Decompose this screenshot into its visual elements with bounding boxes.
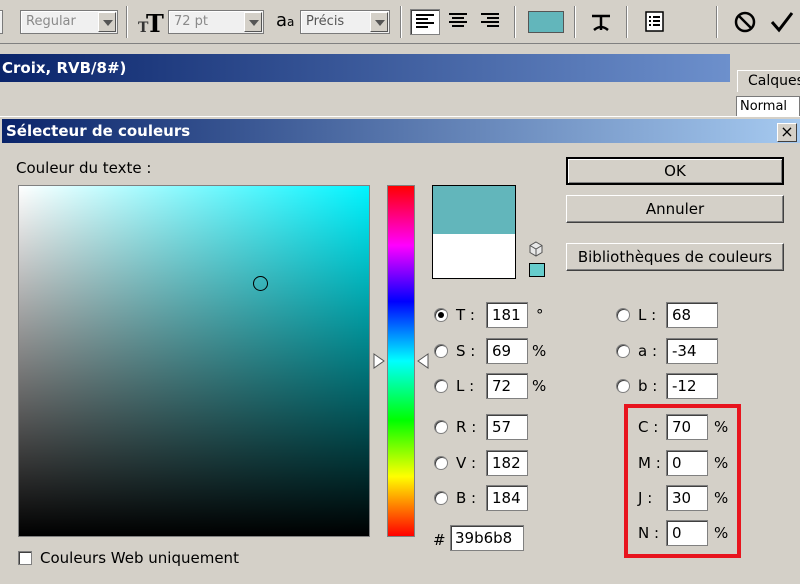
lab-a-field[interactable]: -34 [666,338,718,364]
toolbar-divider [716,6,718,38]
brightness-label: L : [456,377,475,395]
antialias-value: Précis [306,14,345,29]
hue-slider-right-handle[interactable] [417,353,429,369]
lab-l-radio[interactable] [616,308,630,322]
hex-label: # [433,531,446,549]
blue-field[interactable]: 184 [486,485,528,511]
cancel-icon[interactable] [732,8,758,36]
document-title: Croix, RVB/8#) [2,59,127,77]
blue-row: B : 184 [434,485,564,513]
toolbar-divider [126,6,128,38]
hue-field[interactable]: 181 [486,302,528,328]
blue-label: B : [456,489,477,507]
align-right-icon [481,13,499,27]
svg-text:T: T [146,9,164,36]
brightness-row: L : 72 % [434,373,564,401]
red-radio[interactable] [434,420,448,434]
hue-slider[interactable] [387,185,415,537]
red-label: R : [456,418,477,436]
align-left-button[interactable] [410,9,440,35]
color-field[interactable] [18,185,370,537]
current-color-swatch[interactable] [433,234,515,278]
toolbar-divider [400,6,402,38]
document-title-bar[interactable]: Croix, RVB/8#) [0,54,730,82]
hue-row: T : 181 ° [434,302,564,330]
layers-panel: Calques Normal [730,62,800,122]
hex-field[interactable]: 39b6b8 [450,525,524,551]
brightness-unit: % [532,377,547,395]
new-color-swatch [433,186,515,234]
dialog-title: Sélecteur de couleurs [6,122,191,140]
green-label: V : [456,454,477,472]
hue-unit: ° [536,306,544,324]
color-preview [432,185,516,279]
saturation-radio[interactable] [434,344,448,358]
saturation-label: S : [456,342,476,360]
commit-icon[interactable] [768,8,796,36]
lab-l-row: L : 68 [616,302,726,330]
lab-b-radio[interactable] [616,379,630,393]
toolbar-divider [514,6,516,38]
align-left-icon [416,14,434,28]
font-size-select[interactable]: 72 pt [168,10,264,34]
toolbar-divider [626,6,628,38]
red-field[interactable]: 57 [486,414,528,440]
brightness-radio[interactable] [434,379,448,393]
dialog-title-bar[interactable]: Sélecteur de couleurs × [2,119,800,143]
close-button[interactable]: × [777,123,797,142]
web-colors-only-checkbox[interactable] [18,551,32,565]
green-row: V : 182 [434,450,564,478]
color-picker-dialog: Sélecteur de couleurs × Couleur du texte… [0,116,800,584]
color-selection-ring[interactable] [253,276,268,291]
cmyk-highlight-box [624,404,741,558]
web-colors-only-label: Couleurs Web uniquement [40,549,239,567]
red-row: R : 57 [434,414,564,442]
web-safe-color-swatch[interactable] [529,263,545,277]
font-style-value: Regular [26,14,76,29]
chevron-down-icon[interactable] [98,12,116,32]
text-color-swatch[interactable] [528,11,564,33]
blend-mode-select[interactable]: Normal [736,96,800,118]
font-size-value: 72 pt [174,14,209,29]
toolbar-divider [574,6,576,38]
color-libraries-button[interactable]: Bibliothèques de couleurs [566,243,784,271]
antialias-select[interactable]: Précis [300,10,390,34]
warp-text-icon[interactable] [588,8,614,36]
blue-radio[interactable] [434,491,448,505]
lab-b-row: b : -12 [616,373,726,401]
align-right-button[interactable] [476,9,506,35]
chevron-down-icon[interactable] [370,12,388,32]
align-center-button[interactable] [444,9,474,35]
chevron-down-icon[interactable] [244,12,262,32]
hue-radio[interactable] [434,308,448,322]
font-style-select[interactable]: Regular [20,10,118,34]
color-field-label: Couleur du texte : [16,159,152,177]
saturation-row: S : 69 % [434,338,564,366]
tab-layers[interactable]: Calques [737,70,800,92]
cancel-button[interactable]: Annuler [566,195,784,223]
ok-button[interactable]: OK [566,157,784,185]
lab-l-field[interactable]: 68 [666,302,718,328]
lab-l-label: L : [638,306,657,324]
brightness-field[interactable]: 72 [486,373,528,399]
close-icon: × [780,122,794,141]
lab-a-row: a : -34 [616,338,726,366]
green-field[interactable]: 182 [486,450,528,476]
hue-slider-left-handle[interactable] [373,353,385,369]
lab-a-radio[interactable] [616,344,630,358]
lab-b-label: b : [638,377,658,395]
antialias-icon: aa [276,10,295,31]
align-center-icon [449,13,467,27]
font-family-select[interactable] [0,10,3,34]
saturation-unit: % [532,342,547,360]
saturation-field[interactable]: 69 [486,338,528,364]
options-toolbar: Regular T T 72 pt aa Précis [0,0,800,44]
character-palette-icon[interactable] [642,8,668,36]
web-safe-cube-icon[interactable] [528,241,544,257]
lab-a-label: a : [638,342,658,360]
green-radio[interactable] [434,456,448,470]
hue-label: T : [456,306,475,324]
font-size-icon: T T [138,9,164,36]
lab-b-field[interactable]: -12 [666,373,718,399]
